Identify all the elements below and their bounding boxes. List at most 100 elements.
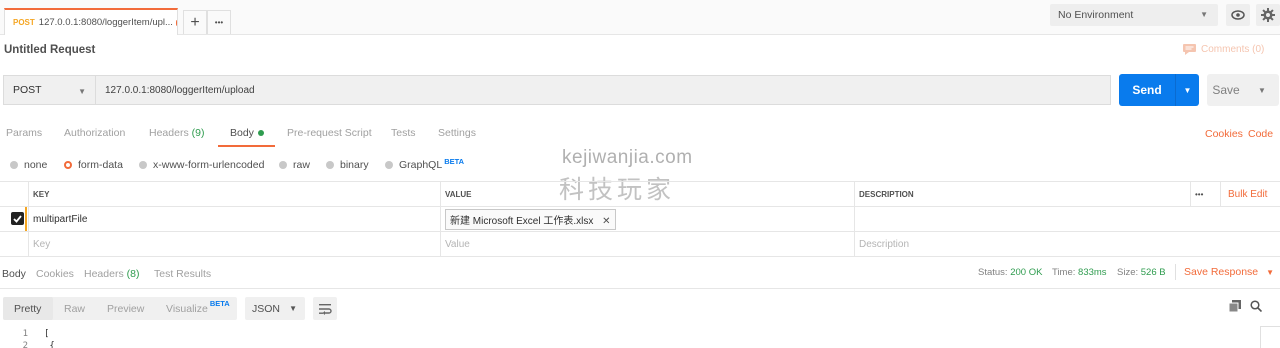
- row-description-cell[interactable]: [854, 207, 1280, 231]
- tab-name: 127.0.0.1:8080/loggerItem/upl...: [38, 17, 173, 28]
- environment-select[interactable]: No Environment ▼: [1050, 4, 1218, 26]
- tab-pre-request-script[interactable]: Pre-request Script: [287, 127, 372, 139]
- radio-binary-label: binary: [340, 159, 369, 171]
- chevron-down-icon: ▼: [1200, 10, 1208, 19]
- bulk-edit-link[interactable]: Bulk Edit: [1220, 182, 1280, 206]
- remove-file-icon[interactable]: ✕: [602, 216, 610, 227]
- manage-environments-button[interactable]: [1256, 4, 1280, 26]
- new-key-input[interactable]: Key: [28, 232, 440, 256]
- radio-graphql[interactable]: GraphQL BETA: [385, 156, 465, 171]
- row-key: multipartFile: [33, 213, 88, 225]
- method-label: POST: [13, 84, 42, 96]
- view-pretty[interactable]: Pretty: [14, 303, 41, 315]
- beta-badge: BETA: [209, 299, 230, 308]
- size-label: Size:: [1117, 267, 1139, 278]
- radio-form-data[interactable]: form-data: [64, 159, 123, 171]
- cookies-link[interactable]: Cookies: [1205, 128, 1243, 140]
- key-placeholder: Key: [33, 238, 51, 250]
- file-chip: 新建 Microsoft Excel 工作表.xlsx ✕: [445, 208, 616, 230]
- chevron-down-icon: ▼: [289, 304, 297, 313]
- response-tab-cookies[interactable]: Cookies: [36, 268, 74, 280]
- row-enable-checkbox[interactable]: [11, 212, 24, 225]
- request-title[interactable]: Untitled Request: [4, 44, 95, 56]
- form-data-table: KEY VALUE DESCRIPTION ••• Bulk Edit mult…: [0, 181, 1280, 257]
- tab-body[interactable]: Body: [230, 127, 264, 139]
- wrap-lines-button[interactable]: [313, 297, 337, 320]
- radio-selected-icon: [64, 161, 72, 169]
- new-description-input[interactable]: Description: [854, 232, 1280, 256]
- copy-response-button[interactable]: [1228, 300, 1241, 315]
- environment-quick-look-button[interactable]: [1226, 4, 1250, 26]
- tab-params[interactable]: Params: [6, 127, 42, 139]
- tab-headers-label: Headers: [149, 127, 189, 139]
- response-tab-test-results[interactable]: Test Results: [154, 268, 211, 280]
- new-value-input[interactable]: Value: [440, 232, 854, 256]
- row-key-cell[interactable]: multipartFile: [28, 207, 440, 231]
- radio-circle-icon: [139, 161, 147, 169]
- row-value-cell[interactable]: 新建 Microsoft Excel 工作表.xlsx ✕: [440, 207, 854, 231]
- search-response-button[interactable]: [1250, 300, 1263, 315]
- tab-authorization[interactable]: Authorization: [64, 127, 125, 139]
- new-tab-button[interactable]: +: [183, 10, 207, 34]
- radio-circle-icon: [10, 161, 18, 169]
- format-label: JSON: [252, 302, 281, 315]
- save-button[interactable]: Save ▼: [1207, 74, 1279, 106]
- response-tab-headers[interactable]: Headers (8): [84, 268, 139, 280]
- chevron-down-icon: ▼: [78, 87, 86, 96]
- tab-tests[interactable]: Tests: [391, 127, 416, 139]
- radio-circle-icon: [326, 161, 334, 169]
- comment-icon: [1183, 44, 1196, 55]
- request-tab[interactable]: POST 127.0.0.1:8080/loggerItem/upl...: [4, 8, 178, 35]
- radio-binary[interactable]: binary: [326, 159, 369, 171]
- tab-options-button[interactable]: •••: [207, 10, 231, 34]
- table-options-icon[interactable]: •••: [1190, 182, 1220, 206]
- radio-raw[interactable]: raw: [279, 159, 310, 171]
- more-icon: •••: [214, 18, 224, 27]
- view-mode-group: Pretty Raw Preview Visualize BETA: [3, 297, 237, 320]
- view-preview[interactable]: Preview: [107, 303, 144, 315]
- send-button[interactable]: Send ▼: [1119, 74, 1199, 106]
- view-raw[interactable]: Raw: [64, 303, 85, 315]
- radio-circle-icon: [279, 161, 287, 169]
- method-select[interactable]: POST ▼: [3, 75, 95, 105]
- copy-icon: [1228, 300, 1241, 313]
- status-divider: [1175, 264, 1176, 280]
- watermark-domain: kejiwanjia.com: [562, 147, 693, 168]
- response-status: Status: 200 OK: [978, 267, 1042, 278]
- format-select[interactable]: JSON ▼: [245, 297, 305, 320]
- status-label: Status:: [978, 267, 1008, 278]
- tab-headers[interactable]: Headers (9): [149, 127, 204, 139]
- size-value: 526 B: [1140, 267, 1166, 278]
- view-visualize[interactable]: Visualize BETA: [166, 299, 230, 315]
- check-icon: [13, 214, 22, 223]
- radio-none-label: none: [24, 159, 48, 171]
- response-divider: [0, 288, 1280, 289]
- plus-icon: +: [190, 13, 200, 31]
- response-time: Time: 833ms: [1052, 267, 1107, 278]
- row-active-indicator: [25, 207, 27, 231]
- beta-badge: BETA: [444, 156, 465, 166]
- response-headers-count: (8): [126, 268, 140, 280]
- comments-button[interactable]: Comments (0): [1183, 44, 1264, 55]
- url-input[interactable]: 127.0.0.1:8080/loggerItem/upload: [95, 75, 1111, 105]
- save-response-button[interactable]: Save Response ▼: [1184, 266, 1274, 278]
- radio-none[interactable]: none: [10, 159, 47, 171]
- chevron-down-icon: ▼: [1266, 268, 1274, 277]
- radio-circle-icon: [385, 161, 393, 169]
- line-number: 2: [22, 341, 28, 348]
- response-headers-label: Headers: [84, 268, 124, 280]
- line-number: 1: [22, 329, 28, 339]
- save-label: Save: [1212, 83, 1240, 97]
- description-placeholder: Description: [859, 238, 910, 250]
- radio-form-data-label: form-data: [78, 159, 123, 171]
- postman-window: POST 127.0.0.1:8080/loggerItem/upl... + …: [0, 0, 1280, 348]
- column-header-key: KEY: [33, 189, 50, 199]
- response-tab-body[interactable]: Body: [2, 268, 26, 280]
- send-options-chevron-icon[interactable]: ▼: [1176, 86, 1199, 95]
- tab-settings[interactable]: Settings: [438, 127, 476, 139]
- code-link[interactable]: Code: [1248, 128, 1273, 140]
- column-header-value: VALUE: [445, 189, 472, 199]
- save-options-chevron-icon[interactable]: ▼: [1245, 86, 1279, 95]
- radio-urlencoded[interactable]: x-www-form-urlencoded: [139, 159, 264, 171]
- comments-label: Comments (0): [1201, 44, 1265, 55]
